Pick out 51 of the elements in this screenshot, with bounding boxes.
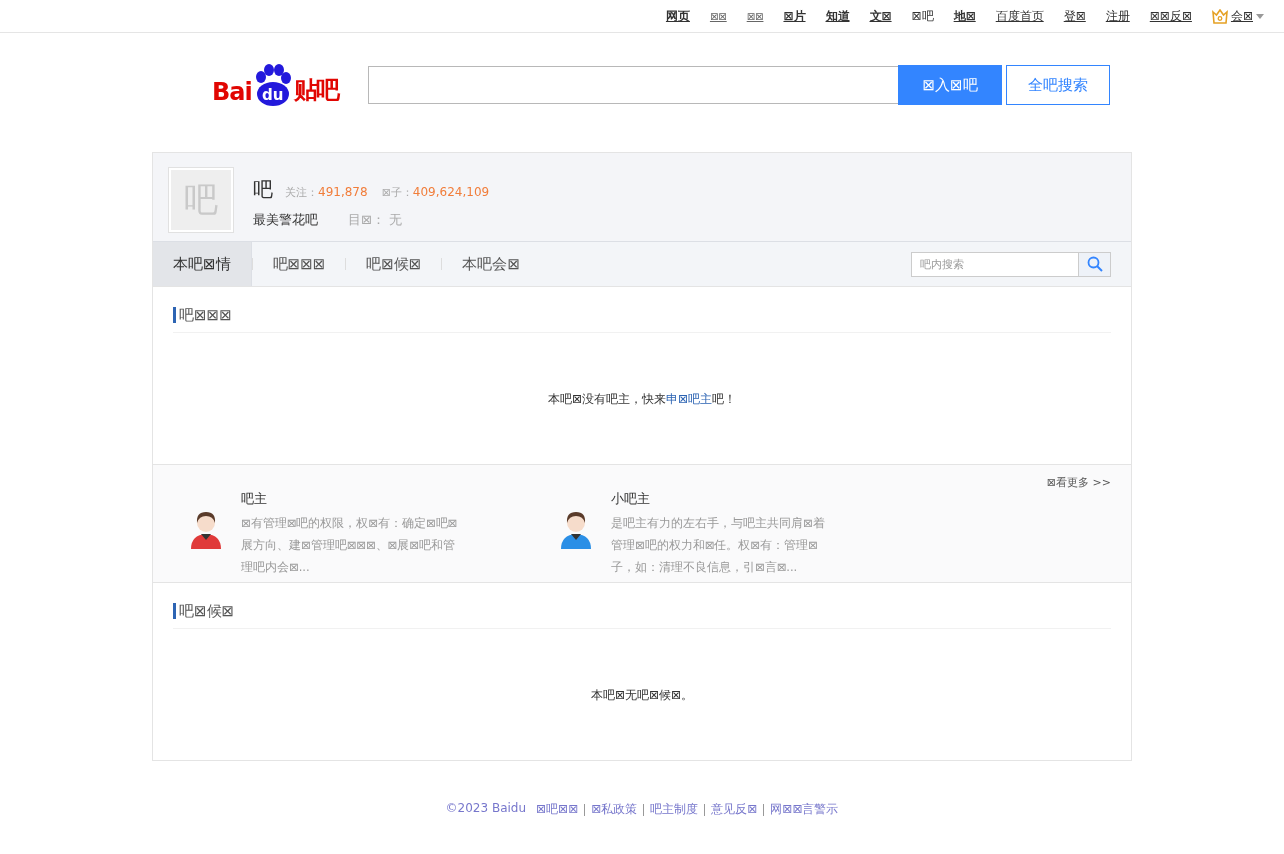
search-field[interactable]: [368, 66, 898, 104]
footer-link[interactable]: ⊠私政策: [591, 801, 638, 818]
stat-label: ⊠子：: [381, 185, 413, 200]
nav-link[interactable]: ⊠⊠反⊠: [1149, 7, 1192, 25]
section-title: 吧⊠⊠⊠: [173, 307, 232, 323]
member-label: 会⊠: [1230, 7, 1253, 25]
footer-link[interactable]: ⊠吧⊠⊠: [536, 801, 579, 818]
empty-message: 本吧⊠无吧⊠候⊠。: [589, 687, 695, 704]
nav-link[interactable]: 地⊠: [953, 7, 976, 25]
search-all-button[interactable]: 全吧搜索: [1006, 65, 1110, 105]
nav-link[interactable]: 百度首页: [995, 7, 1044, 25]
tab[interactable]: 本吧⊠情: [153, 242, 252, 286]
nav-link[interactable]: 网页: [665, 7, 690, 25]
tab[interactable]: 吧⊠⊠⊠: [252, 242, 346, 286]
copyright: ©2023 Baidu: [445, 801, 527, 817]
nav-link[interactable]: 知道: [825, 7, 850, 25]
section-title: 吧⊠候⊠: [173, 603, 235, 619]
nav-link[interactable]: ⊠⊠: [709, 10, 727, 22]
directory-value: 无: [388, 211, 402, 229]
enter-forum-button[interactable]: ⊠入⊠吧: [898, 65, 1002, 105]
nav-link[interactable]: ⊠⊠: [746, 10, 764, 22]
tab[interactable]: 吧⊠候⊠: [346, 242, 442, 286]
nav-link[interactable]: 文⊠: [869, 7, 892, 25]
empty-message: 本吧⊠没有吧主，快来申⊠吧主吧！: [546, 391, 738, 408]
role-description: ⊠有管理⊠吧的权限，权⊠有：确定⊠吧⊠展方向、建⊠管理吧⊠⊠⊠、⊠展⊠吧和管理吧内会⊠...: [241, 515, 459, 576]
forum-name: 吧: [253, 176, 273, 203]
crown-icon: [1211, 8, 1228, 24]
nav-current: ⊠吧: [911, 7, 934, 25]
nav-link[interactable]: 注册: [1105, 7, 1130, 25]
footer-link[interactable]: 网⊠⊠言警示: [770, 801, 839, 818]
role-name: 吧主: [241, 490, 268, 508]
baidu-tieba-logo: Bai du 贴吧: [212, 64, 368, 106]
member-link[interactable]: 会⊠: [1211, 7, 1264, 25]
forum-search-field[interactable]: 吧内搜索: [911, 251, 1079, 277]
role-description: 是吧主有力的左右手，与吧主共同肩⊠着管理⊠吧的权力和⊠任。权⊠有：管理⊠子，如：清理不良信息，引⊠言⊠...: [611, 515, 826, 576]
apply-link[interactable]: 申⊠吧主: [666, 392, 713, 406]
directory-label: 目⊠：: [348, 211, 385, 229]
tab[interactable]: 本吧会⊠: [442, 242, 540, 286]
view-more-link[interactable]: ⊠看更多 >>: [1046, 475, 1111, 490]
footer-link[interactable]: 吧主制度: [650, 801, 699, 818]
stat-value: 491,878: [318, 185, 368, 199]
footer-link[interactable]: 意见反⊠: [711, 801, 758, 818]
role-name: 小吧主: [611, 490, 651, 508]
search-icon: [1086, 256, 1103, 272]
caret-icon: [1256, 13, 1264, 19]
nav-link[interactable]: ⊠片: [783, 7, 806, 25]
forum-slogan: 最美警花吧: [253, 211, 318, 229]
stat-value: 409,624,109: [412, 185, 490, 199]
nav-link[interactable]: 登⊠: [1063, 7, 1086, 25]
stat-label: 关注：: [285, 185, 318, 200]
search-button[interactable]: [1079, 251, 1111, 277]
